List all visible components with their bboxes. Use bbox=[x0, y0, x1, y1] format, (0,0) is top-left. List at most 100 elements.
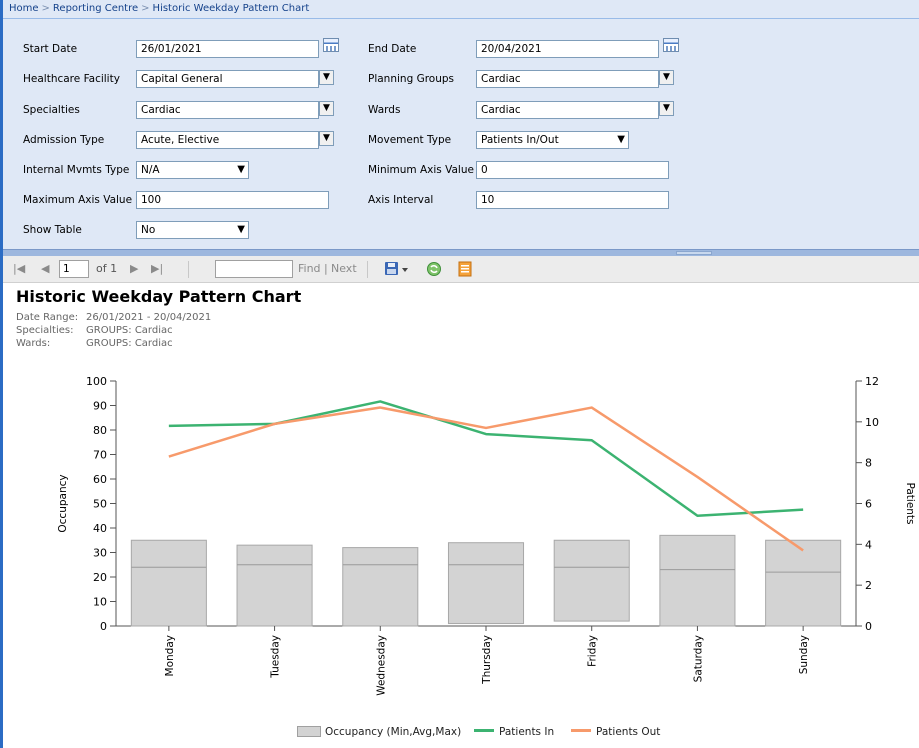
y-axis-title: Occupancy bbox=[57, 474, 69, 532]
occupancy-bar bbox=[659, 534, 736, 627]
internal-mvmts-type-value: N/A bbox=[141, 164, 160, 176]
y2-tick-label: 6 bbox=[865, 498, 872, 511]
minimum-axis-value-label: Minimum Axis Value bbox=[368, 164, 474, 176]
toolbar-separator bbox=[367, 261, 368, 278]
occupancy-bar bbox=[447, 542, 525, 625]
y-tick-label: 70 bbox=[93, 449, 107, 462]
patients-in-line bbox=[168, 400, 804, 517]
find-separator: | bbox=[324, 262, 328, 275]
y2-tick-label: 2 bbox=[865, 579, 872, 592]
report-content: Historic Weekday Pattern Chart Date Rang… bbox=[3, 283, 919, 748]
wards-select[interactable]: Cardiac bbox=[476, 101, 659, 119]
breadcrumb-home[interactable]: Home bbox=[9, 3, 39, 14]
maximum-axis-value-field[interactable]: 100 bbox=[136, 191, 329, 209]
end-date-calendar-icon[interactable] bbox=[663, 38, 679, 52]
maximum-axis-value-label: Maximum Axis Value bbox=[23, 194, 133, 206]
occupancy-bar bbox=[130, 539, 207, 627]
last-page-icon[interactable]: ▶| bbox=[151, 262, 163, 275]
y-tick-label: 0 bbox=[100, 620, 107, 633]
previous-page-icon[interactable]: ◀ bbox=[41, 262, 49, 275]
y-tick-label: 40 bbox=[93, 522, 107, 535]
axis-interval-label: Axis Interval bbox=[368, 194, 434, 206]
y-tick-label: 50 bbox=[93, 498, 107, 511]
x-tick-label: Monday bbox=[164, 635, 176, 676]
y2-tick-label: 0 bbox=[865, 620, 872, 633]
admission-type-select[interactable]: Acute, Elective bbox=[136, 131, 319, 149]
refresh-icon[interactable] bbox=[426, 261, 442, 277]
internal-mvmts-type-select[interactable]: N/A ▼ bbox=[136, 161, 249, 179]
breadcrumb: Home > Reporting Centre > Historic Weekday P… bbox=[3, 0, 919, 19]
x-tick-label: Saturday bbox=[692, 635, 704, 682]
print-layout-icon[interactable] bbox=[458, 261, 472, 277]
planning-groups-dropdown-icon[interactable]: ▼ bbox=[659, 70, 674, 85]
chevron-down-icon: ▼ bbox=[237, 224, 245, 235]
breadcrumb-separator: > bbox=[41, 3, 50, 14]
y-tick-label: 30 bbox=[93, 547, 107, 560]
collapse-grip-icon[interactable] bbox=[676, 251, 712, 255]
axis-interval-field[interactable]: 10 bbox=[476, 191, 669, 209]
y2-tick-label: 10 bbox=[865, 416, 879, 429]
parameter-panel: Start Date 26/01/2021 End Date 20/04/202… bbox=[3, 19, 919, 249]
start-date-calendar-icon[interactable] bbox=[323, 38, 339, 52]
legend-patients-in-label: Patients In bbox=[499, 726, 555, 738]
legend-occupancy-label: Occupancy (Min,Avg,Max) bbox=[325, 726, 462, 738]
parameter-panel-splitter[interactable] bbox=[3, 249, 919, 256]
find-link[interactable]: Find bbox=[298, 262, 321, 275]
breadcrumb-current-page: Historic Weekday Pattern Chart bbox=[152, 3, 310, 14]
legend-occupancy-swatch bbox=[297, 726, 321, 737]
y2-tick-label: 4 bbox=[865, 538, 872, 551]
legend-occupancy: Occupancy (Min,Avg,Max) bbox=[297, 726, 461, 738]
export-save-icon[interactable] bbox=[384, 261, 410, 277]
specialties-dropdown-icon[interactable]: ▼ bbox=[319, 101, 334, 116]
end-date-label: End Date bbox=[368, 43, 417, 55]
weekday-pattern-chart: 0 10 20 30 40 50 60 70 80 90 100 0 2 4 6 8 10 12 Occupancy… bbox=[57, 375, 916, 696]
specialties-select[interactable]: Cardiac bbox=[136, 101, 319, 119]
y2-tick-label: 12 bbox=[865, 375, 879, 388]
admission-type-label: Admission Type bbox=[23, 134, 105, 146]
movement-type-label: Movement Type bbox=[368, 134, 452, 146]
legend-patients-out: Patients Out bbox=[571, 726, 660, 738]
legend-patients-out-swatch bbox=[571, 729, 591, 732]
x-tick-label: Wednesday bbox=[375, 635, 387, 696]
planning-groups-label: Planning Groups bbox=[368, 73, 455, 85]
y2-axis-title: Patients bbox=[904, 482, 916, 524]
show-table-select[interactable]: No ▼ bbox=[136, 221, 249, 239]
y-tick-label: 90 bbox=[93, 400, 107, 413]
y-tick-label: 80 bbox=[93, 424, 107, 437]
first-page-icon[interactable]: |◀ bbox=[13, 262, 25, 275]
end-date-field[interactable]: 20/04/2021 bbox=[476, 40, 659, 58]
breadcrumb-reporting-centre[interactable]: Reporting Centre bbox=[53, 3, 138, 14]
breadcrumb-separator: > bbox=[141, 3, 150, 14]
start-date-field[interactable]: 26/01/2021 bbox=[136, 40, 319, 58]
x-tick-label: Sunday bbox=[798, 635, 810, 674]
planning-groups-select[interactable]: Cardiac bbox=[476, 70, 659, 88]
x-tick-label: Friday bbox=[587, 635, 599, 667]
x-tick-label: Thursday bbox=[481, 635, 493, 685]
chevron-down-icon: ▼ bbox=[237, 164, 245, 175]
wards-dropdown-icon[interactable]: ▼ bbox=[659, 101, 674, 116]
next-link[interactable]: Next bbox=[331, 262, 357, 275]
toolbar-separator bbox=[188, 261, 189, 278]
report-toolbar: |◀ ◀ 1 of 1 ▶ ▶| Find | Next bbox=[3, 256, 919, 283]
wards-label: Wards bbox=[368, 104, 401, 116]
healthcare-facility-label: Healthcare Facility bbox=[23, 73, 120, 85]
x-tick-label: Tuesday bbox=[270, 635, 282, 679]
next-page-icon[interactable]: ▶ bbox=[130, 262, 138, 275]
specialties-label: Specialties bbox=[23, 104, 80, 116]
occupancy-bar bbox=[553, 539, 630, 622]
chevron-down-icon: ▼ bbox=[617, 134, 625, 145]
page-number-input[interactable]: 1 bbox=[59, 260, 89, 278]
admission-type-dropdown-icon[interactable]: ▼ bbox=[319, 131, 334, 146]
y-tick-label: 100 bbox=[86, 375, 107, 388]
movement-type-select[interactable]: Patients In/Out ▼ bbox=[476, 131, 629, 149]
healthcare-facility-dropdown-icon[interactable]: ▼ bbox=[319, 70, 334, 85]
movement-type-value: Patients In/Out bbox=[481, 134, 559, 146]
show-table-value: No bbox=[141, 224, 156, 236]
healthcare-facility-select[interactable]: Capital General bbox=[136, 70, 319, 88]
minimum-axis-value-field[interactable]: 0 bbox=[476, 161, 669, 179]
find-input[interactable] bbox=[215, 260, 293, 278]
patients-out-line bbox=[168, 406, 804, 552]
y-tick-label: 20 bbox=[93, 571, 107, 584]
internal-mvmts-type-label: Internal Mvmts Type bbox=[23, 164, 130, 176]
show-table-label: Show Table bbox=[23, 224, 82, 236]
